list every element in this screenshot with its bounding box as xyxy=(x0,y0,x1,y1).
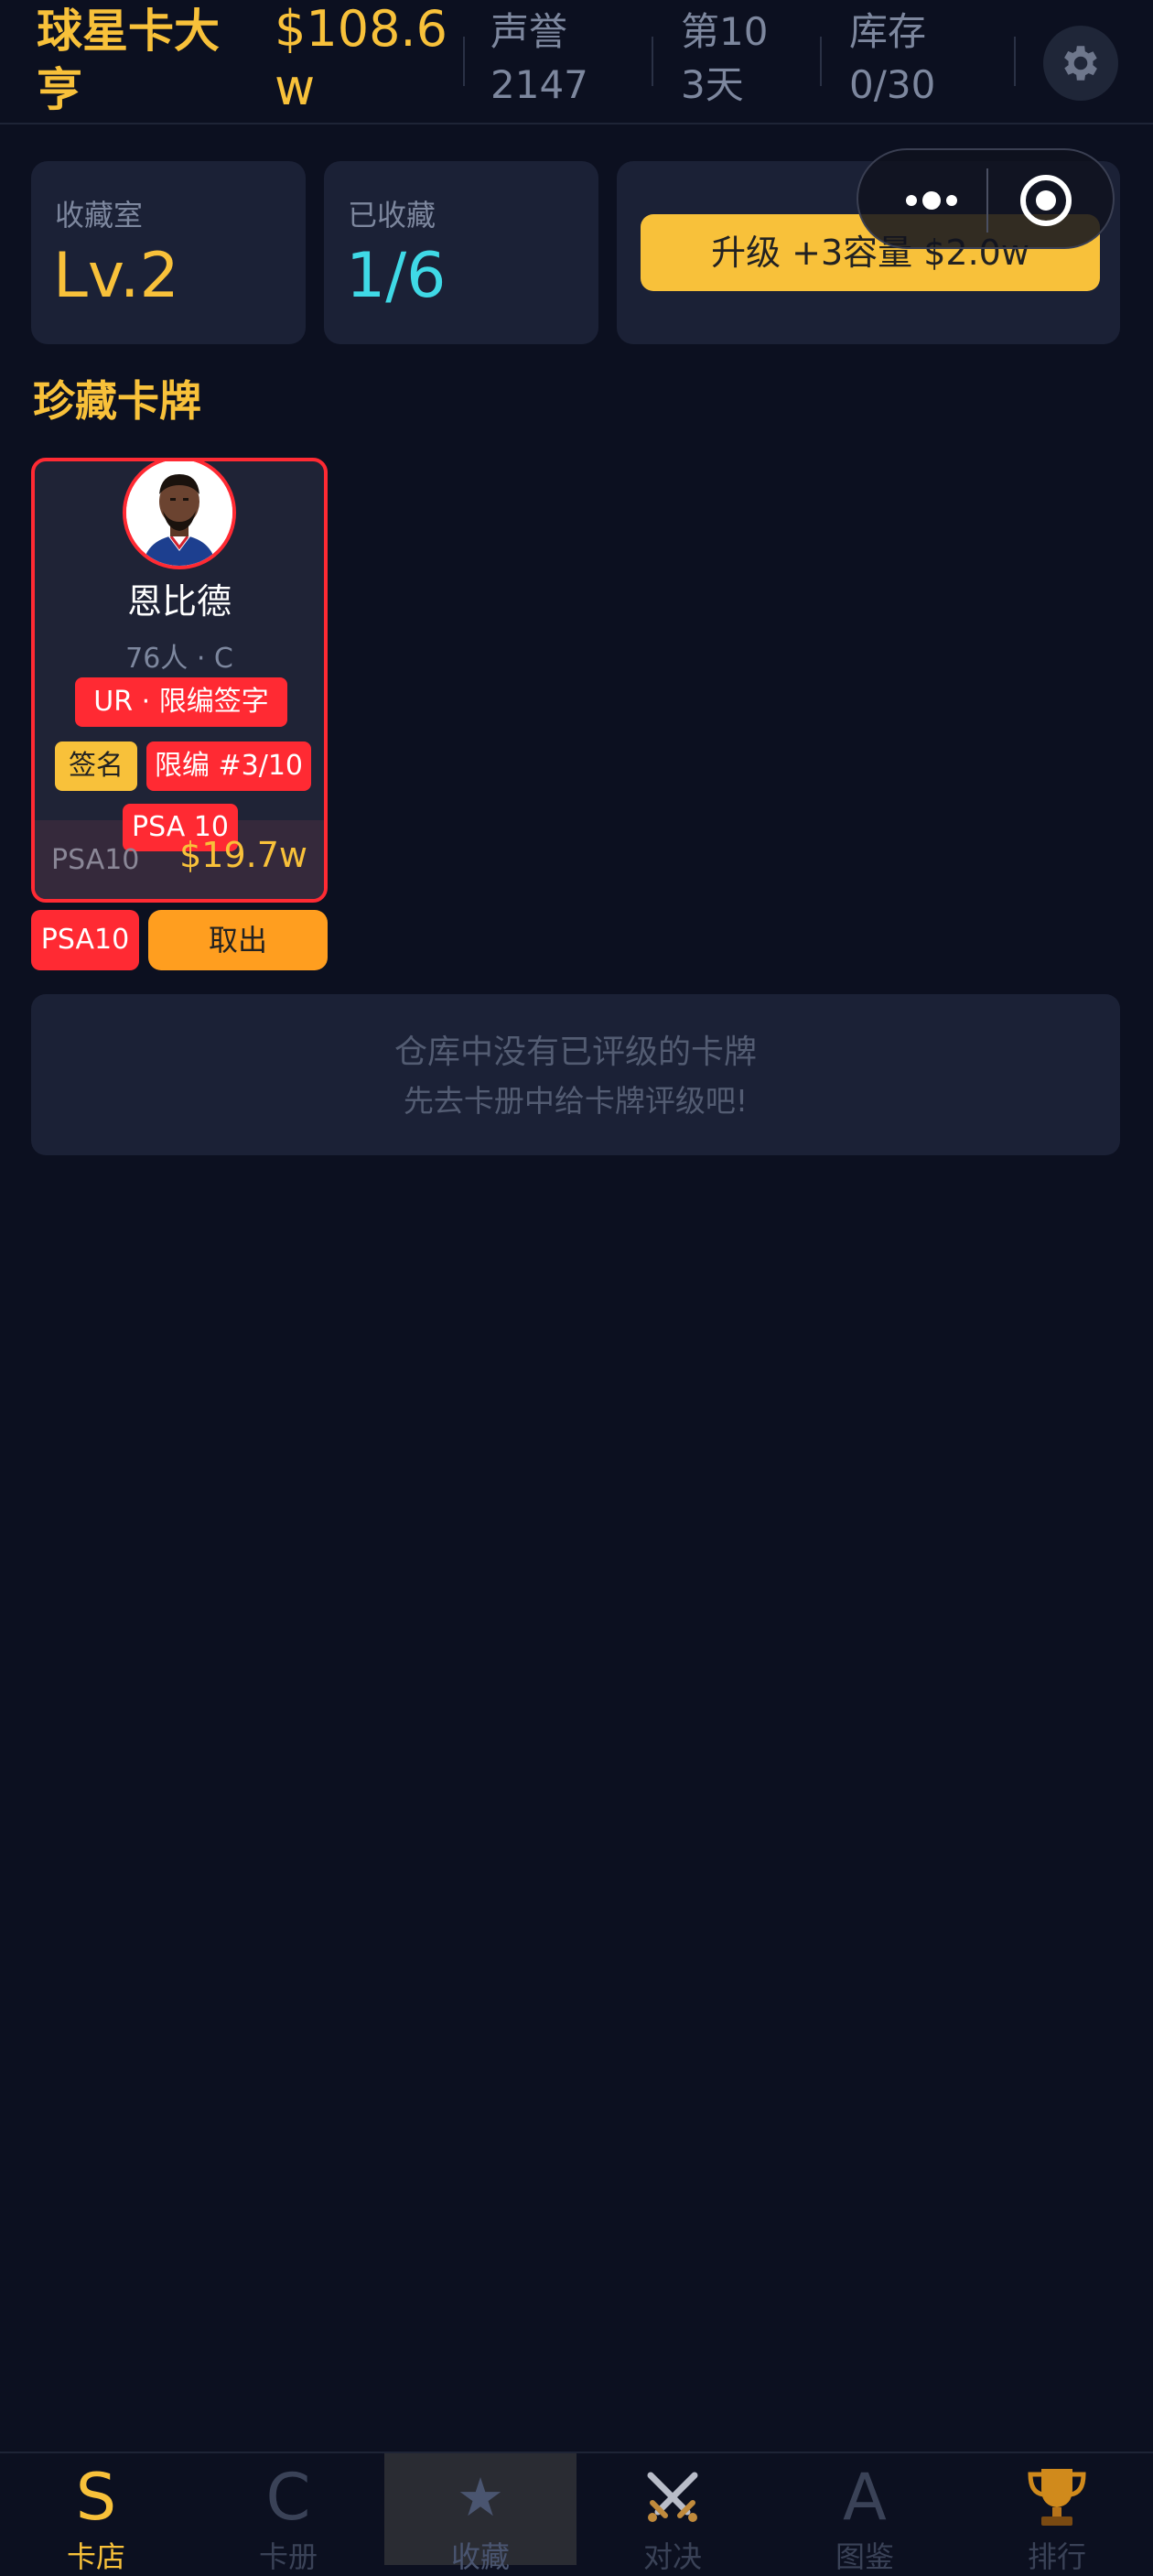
grade-label: PSA10 xyxy=(51,844,140,876)
more-button[interactable] xyxy=(886,168,977,233)
nav-item-card-shop[interactable]: S 卡店 xyxy=(0,2453,192,2574)
empty-state-panel: 仓库中没有已评级的卡牌 先去卡册中给卡牌评级吧! xyxy=(31,994,1120,1155)
nav-item-card-album[interactable]: C 卡册 xyxy=(192,2453,384,2574)
star-icon: ★ xyxy=(457,2466,504,2528)
reputation-stat: 声誉 2147 xyxy=(490,5,600,112)
room-level: Lv.2 xyxy=(53,240,179,312)
signed-badge: 签名 xyxy=(55,741,137,791)
nav-label-card-album: 卡册 xyxy=(258,2539,318,2574)
day-counter: 第103天 xyxy=(681,9,769,107)
psa-grade-button[interactable]: PSA10 xyxy=(31,910,139,970)
album-letter-icon: C xyxy=(265,2460,311,2535)
nav-label-card-shop: 卡店 xyxy=(66,2539,125,2574)
inventory-label: 库存 xyxy=(849,9,927,54)
nav-label-ranking: 排行 xyxy=(1027,2539,1086,2574)
divider xyxy=(652,37,653,86)
settings-button[interactable] xyxy=(1043,26,1118,101)
limited-edition-badge: 限编 #3/10 xyxy=(146,741,311,791)
collected-label: 已收藏 xyxy=(348,198,436,233)
player-team-position: 76人 · C xyxy=(125,643,233,675)
bottom-navigation: S 卡店 C 卡册 ★ 收藏 对决 A 图鉴 排行 xyxy=(0,2452,1153,2574)
nav-label-battle: 对决 xyxy=(642,2539,702,2574)
collected-card: 已收藏 1/6 xyxy=(324,161,598,344)
inventory-stat: 库存 0/30 xyxy=(849,5,968,112)
capsule-divider xyxy=(986,168,988,233)
section-title: 珍藏卡牌 xyxy=(33,376,201,426)
nav-label-collection: 收藏 xyxy=(450,2539,510,2574)
top-status-bar: 球星卡大亨 $108.6w 声誉 2147 第103天 库存 0/30 xyxy=(0,0,1153,124)
nav-item-ranking[interactable]: 排行 xyxy=(961,2453,1153,2574)
room-label: 收藏室 xyxy=(55,198,144,233)
empty-state-hint: 先去卡册中给卡牌评级吧! xyxy=(403,1083,749,1119)
more-dots-icon xyxy=(906,191,957,210)
shop-letter-icon: S xyxy=(75,2460,117,2535)
money-display: $108.6w xyxy=(275,0,447,116)
app-title: 球星卡大亨 xyxy=(37,5,220,116)
divider xyxy=(820,37,822,86)
collection-room-card: 收藏室 Lv.2 xyxy=(31,161,306,344)
divider xyxy=(1014,37,1016,86)
gear-icon xyxy=(1064,46,1097,81)
collected-count: 1/6 xyxy=(346,240,447,312)
nav-item-encyclopedia[interactable]: A 图鉴 xyxy=(769,2453,961,2574)
card-price: $19.7w xyxy=(179,835,307,875)
empty-state-title: 仓库中没有已评级的卡牌 xyxy=(393,1034,757,1071)
encyclopedia-letter-icon: A xyxy=(843,2460,887,2535)
player-card[interactable]: 恩比德 76人 · C UR · 限编签字 签名 限编 #3/10 PSA 10… xyxy=(31,458,328,903)
miniprogram-capsule xyxy=(857,148,1115,249)
close-miniprogram-button[interactable] xyxy=(996,168,1096,233)
player-avatar xyxy=(123,461,236,569)
rarity-badge: UR · 限编签字 xyxy=(75,677,287,727)
reputation-value: 2147 xyxy=(490,62,588,107)
player-name: 恩比德 xyxy=(126,581,232,622)
inventory-value: 0/30 xyxy=(849,62,936,107)
nav-label-encyclopedia: 图鉴 xyxy=(835,2539,894,2574)
record-circle-icon xyxy=(1020,175,1072,226)
player-avatar-image xyxy=(126,461,232,566)
divider xyxy=(463,37,465,86)
swords-icon xyxy=(576,2461,769,2534)
take-out-button[interactable]: 取出 xyxy=(148,910,328,970)
nav-item-collection[interactable]: ★ 收藏 xyxy=(384,2453,576,2574)
nav-item-battle[interactable]: 对决 xyxy=(576,2453,769,2574)
reputation-label: 声誉 xyxy=(490,9,568,54)
trophy-icon xyxy=(961,2461,1153,2534)
